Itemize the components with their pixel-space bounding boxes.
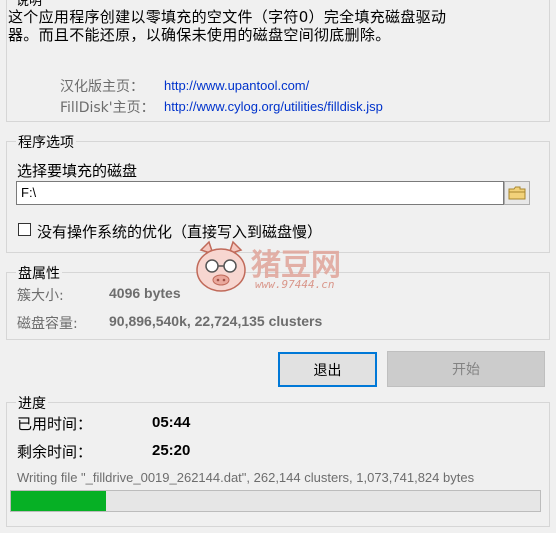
elapsed-time-value: 05:44 [152, 414, 191, 431]
cn-home-link[interactable]: http://www.upantool.com/ [164, 78, 309, 93]
disk-capacity-label: 磁盘容量: [17, 316, 78, 332]
progress-status-text: Writing file "_filldrive_0019_262144.dat… [17, 470, 475, 485]
disk-capacity-value: 90,896,540k, 22,724,135 clusters [109, 313, 323, 329]
filldisk-home-link[interactable]: http://www.cylog.org/utilities/filldisk.… [164, 99, 383, 114]
start-button[interactable]: 开始 [387, 351, 545, 387]
no-os-optimization-label: 没有操作系统的优化（直接写入到磁盘慢） [37, 223, 323, 241]
drive-field[interactable]: F:\ [16, 181, 504, 205]
elapsed-time-label: 已用时间： [17, 415, 93, 433]
disk-properties-legend: 盘属性 [16, 263, 62, 283]
cluster-size-value: 4096 bytes [109, 285, 181, 301]
exit-button[interactable]: 退出 [278, 352, 377, 387]
watermark: 猪豆网 www.97444.cn [193, 240, 373, 296]
remaining-time-label: 剩余时间： [17, 443, 93, 461]
drive-field-value: F:\ [21, 185, 37, 200]
drive-label: 选择要填充的磁盘 [17, 162, 138, 180]
cluster-size-label: 簇大小: [17, 288, 64, 304]
options-legend: 程序选项 [16, 132, 76, 152]
pig-logo-icon [196, 240, 246, 292]
description-line-2: 器。而且不能还原，以确保未使用的磁盘空间彻底删除。 [8, 26, 391, 44]
cn-home-label: 汉化版主页： [60, 79, 144, 95]
remaining-time-value: 25:20 [152, 442, 191, 459]
filldisk-home-label: FillDisk'主页： [60, 100, 155, 116]
browse-folder-button[interactable] [504, 181, 530, 205]
progress-bar-fill [11, 491, 107, 511]
filldisk-window: 说明 这个应用程序创建以零填充的空文件（字符0）完全填充磁盘驱动 器。而且不能还… [0, 0, 556, 533]
progress-bar [10, 490, 541, 512]
watermark-url: www.97444.cn [255, 278, 335, 291]
progress-legend: 进度 [16, 393, 48, 413]
folder-icon [508, 186, 526, 200]
no-os-optimization-checkbox[interactable] [18, 223, 31, 236]
